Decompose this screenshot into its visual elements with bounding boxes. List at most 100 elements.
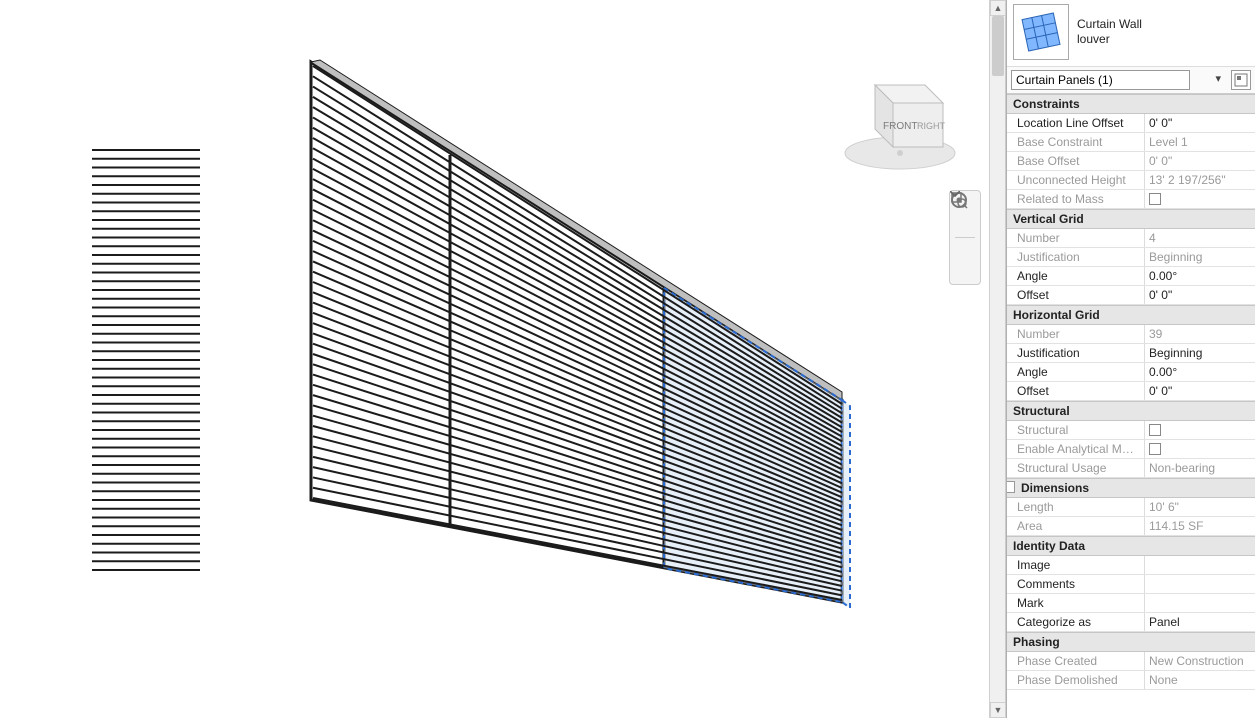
property-row: Number39 bbox=[1007, 325, 1255, 344]
property-row[interactable]: Offset0' 0" bbox=[1007, 286, 1255, 305]
checkbox-icon bbox=[1149, 424, 1161, 436]
property-label: Offset bbox=[1007, 382, 1145, 400]
type-name-label: louver bbox=[1077, 32, 1142, 47]
property-label: Structural Usage bbox=[1007, 459, 1145, 477]
property-value[interactable]: 0' 0" bbox=[1145, 114, 1255, 132]
property-value: Non-bearing bbox=[1145, 459, 1255, 477]
properties-grid[interactable]: ConstraintsLocation Line Offset0' 0"Base… bbox=[1007, 94, 1255, 718]
checkbox-icon bbox=[1149, 443, 1161, 455]
property-value: 39 bbox=[1145, 325, 1255, 343]
property-row[interactable]: Angle0.00° bbox=[1007, 363, 1255, 382]
chevron-down-icon[interactable] bbox=[953, 222, 977, 234]
scroll-down-icon[interactable]: ▼ bbox=[990, 702, 1006, 718]
group-title: Vertical Grid bbox=[1013, 212, 1084, 226]
property-value[interactable]: 0' 0" bbox=[1145, 382, 1255, 400]
property-value bbox=[1145, 440, 1255, 458]
property-row[interactable]: Location Line Offset0' 0" bbox=[1007, 114, 1255, 133]
navigation-bar[interactable] bbox=[949, 190, 981, 285]
chevron-down-icon[interactable] bbox=[953, 267, 977, 279]
property-label: Angle bbox=[1007, 267, 1145, 285]
property-label: Phase Created bbox=[1007, 652, 1145, 670]
viewport-3d[interactable]: {"x":92,"w":108,"y0":150,"y1":570,"n":48… bbox=[0, 0, 1006, 718]
property-row[interactable]: JustificationBeginning bbox=[1007, 344, 1255, 363]
group-title: Dimensions bbox=[1021, 481, 1089, 495]
properties-panel: Curtain Wall louver Constraints Location … bbox=[1006, 0, 1255, 718]
zoom-region-icon[interactable] bbox=[953, 241, 977, 265]
property-row: Phase CreatedNew Construction bbox=[1007, 652, 1255, 671]
group-title: Constraints bbox=[1013, 97, 1080, 111]
property-row: JustificationBeginning bbox=[1007, 248, 1255, 267]
property-row: Base Offset0' 0" bbox=[1007, 152, 1255, 171]
property-value: None bbox=[1145, 671, 1255, 689]
property-label: Phase Demolished bbox=[1007, 671, 1145, 689]
property-group-header[interactable]: Horizontal Grid bbox=[1007, 305, 1255, 325]
property-row: Structural UsageNon-bearing bbox=[1007, 459, 1255, 478]
viewport-scrollbar-vertical[interactable]: ▲ ▼ bbox=[989, 0, 1005, 718]
property-label: Base Constraint bbox=[1007, 133, 1145, 151]
property-value[interactable] bbox=[1145, 556, 1255, 574]
property-value: 10' 6" bbox=[1145, 498, 1255, 516]
property-row[interactable]: Angle0.00° bbox=[1007, 267, 1255, 286]
property-value[interactable]: 0.00° bbox=[1145, 267, 1255, 285]
property-label: Comments bbox=[1007, 575, 1145, 593]
cube-face-right[interactable]: RIGHT bbox=[917, 121, 946, 131]
property-value: Beginning bbox=[1145, 248, 1255, 266]
property-row: Structural bbox=[1007, 421, 1255, 440]
property-value[interactable]: 0.00° bbox=[1145, 363, 1255, 381]
property-label: Justification bbox=[1007, 248, 1145, 266]
property-value bbox=[1145, 190, 1255, 208]
property-value[interactable] bbox=[1145, 594, 1255, 612]
property-label: Related to Mass bbox=[1007, 190, 1145, 208]
property-label: Number bbox=[1007, 325, 1145, 343]
property-row: Enable Analytical Model bbox=[1007, 440, 1255, 459]
property-group-header[interactable]: Vertical Grid bbox=[1007, 209, 1255, 229]
property-row[interactable]: Categorize asPanel bbox=[1007, 613, 1255, 632]
group-title: Horizontal Grid bbox=[1013, 308, 1100, 322]
property-label: Structural bbox=[1007, 421, 1145, 439]
property-label: Categorize as bbox=[1007, 613, 1145, 631]
cube-face-front[interactable]: FRONT bbox=[883, 121, 917, 132]
property-row: Base ConstraintLevel 1 bbox=[1007, 133, 1255, 152]
property-value: 4 bbox=[1145, 229, 1255, 247]
scroll-thumb[interactable] bbox=[992, 16, 1004, 76]
property-group-header[interactable]: Phasing bbox=[1007, 632, 1255, 652]
property-value bbox=[1145, 421, 1255, 439]
group-title: Phasing bbox=[1013, 635, 1060, 649]
property-label: Angle bbox=[1007, 363, 1145, 381]
property-group-header[interactable]: Identity Data bbox=[1007, 536, 1255, 556]
property-row: Phase DemolishedNone bbox=[1007, 671, 1255, 690]
view-cube[interactable]: FRONT RIGHT bbox=[835, 55, 965, 175]
property-value: 13' 2 197/256" bbox=[1145, 171, 1255, 189]
property-row: Unconnected Height13' 2 197/256" bbox=[1007, 171, 1255, 190]
type-selector[interactable] bbox=[1011, 70, 1190, 90]
property-label: Location Line Offset bbox=[1007, 114, 1145, 132]
checkbox-icon bbox=[1149, 193, 1161, 205]
property-row[interactable]: Offset0' 0" bbox=[1007, 382, 1255, 401]
property-group-header[interactable]: Dimensions bbox=[1007, 478, 1255, 498]
scroll-up-icon[interactable]: ▲ bbox=[990, 0, 1006, 16]
property-group-header[interactable]: Constraints bbox=[1007, 94, 1255, 114]
property-value: 114.15 SF bbox=[1145, 517, 1255, 535]
group-color-swatch bbox=[1007, 481, 1015, 493]
property-value: 0' 0" bbox=[1145, 152, 1255, 170]
property-group-header[interactable]: Structural bbox=[1007, 401, 1255, 421]
property-value: Level 1 bbox=[1145, 133, 1255, 151]
property-value[interactable]: Panel bbox=[1145, 613, 1255, 631]
property-value[interactable]: Beginning bbox=[1145, 344, 1255, 362]
property-value[interactable] bbox=[1145, 575, 1255, 593]
property-row: Related to Mass bbox=[1007, 190, 1255, 209]
property-label: Area bbox=[1007, 517, 1145, 535]
property-row[interactable]: Mark bbox=[1007, 594, 1255, 613]
property-row[interactable]: Comments bbox=[1007, 575, 1255, 594]
property-value[interactable]: 0' 0" bbox=[1145, 286, 1255, 304]
property-label: Base Offset bbox=[1007, 152, 1145, 170]
property-row: Number4 bbox=[1007, 229, 1255, 248]
property-label: Enable Analytical Model bbox=[1007, 440, 1145, 458]
edit-type-button[interactable] bbox=[1231, 70, 1251, 90]
property-label: Mark bbox=[1007, 594, 1145, 612]
type-header[interactable]: Curtain Wall louver bbox=[1007, 0, 1255, 67]
property-row[interactable]: Image bbox=[1007, 556, 1255, 575]
type-family-label: Curtain Wall bbox=[1077, 17, 1142, 32]
property-label: Unconnected Height bbox=[1007, 171, 1145, 189]
property-row: Length10' 6" bbox=[1007, 498, 1255, 517]
